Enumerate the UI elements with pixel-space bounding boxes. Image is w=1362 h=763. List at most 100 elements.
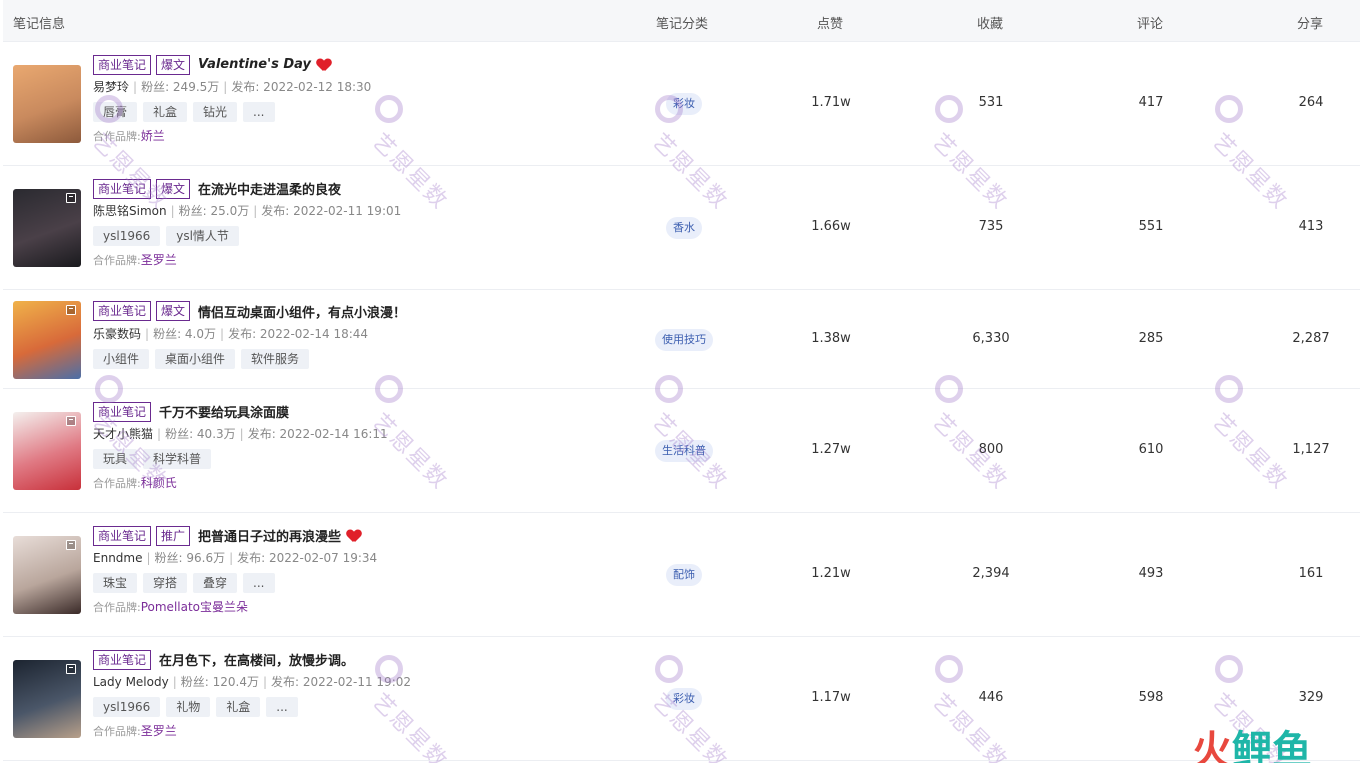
note-thumbnail[interactable] bbox=[13, 660, 81, 738]
favorites-count: 735 bbox=[978, 219, 1004, 234]
keyword-tag[interactable]: 玩具 bbox=[93, 449, 138, 469]
brand-label: 合作品牌: bbox=[93, 725, 141, 738]
keyword-tag[interactable]: ysl1966 bbox=[93, 697, 161, 717]
author-name[interactable]: Enndme bbox=[93, 551, 142, 565]
keyword-tag[interactable]: ... bbox=[243, 573, 275, 593]
separator: | bbox=[223, 80, 228, 94]
keyword-tag[interactable]: 穿搭 bbox=[143, 573, 188, 593]
category-badge: 使用技巧 bbox=[655, 328, 713, 351]
fans-count: 粉丝: 96.6万 bbox=[154, 551, 226, 565]
note-tag: 推广 bbox=[156, 525, 191, 546]
video-icon bbox=[66, 540, 76, 550]
video-icon bbox=[66, 304, 76, 315]
keyword-tag[interactable]: 礼盒 bbox=[216, 697, 261, 717]
note-tag: 商业笔记 bbox=[93, 301, 152, 321]
note-thumbnail[interactable] bbox=[13, 189, 81, 267]
category-badge: 彩妆 bbox=[666, 93, 702, 115]
shares-count: 413 bbox=[1298, 219, 1324, 234]
note-title[interactable]: 把普通日子过的再浪漫些 bbox=[198, 526, 341, 545]
separator: | bbox=[170, 204, 175, 218]
author-name[interactable]: 易梦玲 bbox=[93, 80, 129, 94]
note-title[interactable]: 在流光中走进温柔的良夜 bbox=[198, 179, 341, 198]
logo-part-2: 鲤鱼 bbox=[1232, 728, 1312, 763]
note-tag: 爆文 bbox=[156, 301, 191, 321]
heart-icon bbox=[347, 529, 361, 543]
heart-icon bbox=[317, 58, 331, 72]
note-tag: 商业笔记 bbox=[93, 649, 152, 670]
favorites-count: 531 bbox=[978, 95, 1004, 110]
comments-count: 551 bbox=[1138, 219, 1164, 234]
note-thumbnail[interactable] bbox=[13, 65, 81, 143]
keyword-tag[interactable]: 叠穿 bbox=[193, 573, 238, 593]
note-thumbnail[interactable] bbox=[13, 300, 81, 379]
keyword-tag[interactable]: ysl情人节 bbox=[166, 226, 239, 246]
favorites-count: 800 bbox=[978, 442, 1004, 457]
category-badge: 配饰 bbox=[666, 564, 702, 586]
brand-name[interactable]: 科颜氏 bbox=[141, 476, 177, 490]
note-thumbnail[interactable] bbox=[13, 412, 81, 490]
keyword-tag[interactable]: 软件服务 bbox=[241, 348, 310, 369]
fans-count: 粉丝: 120.4万 bbox=[180, 675, 259, 689]
header-category[interactable]: 笔记分类 bbox=[656, 13, 708, 32]
header-comments[interactable]: 评论 bbox=[1137, 13, 1163, 32]
keyword-tag[interactable]: 钻光 bbox=[193, 102, 238, 122]
publish-time: 发布: 2022-02-11 19:02 bbox=[271, 675, 412, 689]
keyword-tag[interactable]: 珠宝 bbox=[93, 573, 138, 593]
separator: | bbox=[133, 80, 138, 94]
brand-name[interactable]: 圣罗兰 bbox=[141, 253, 177, 267]
separator: | bbox=[157, 427, 162, 441]
note-tag: 商业笔记 bbox=[93, 54, 152, 75]
comments-count: 598 bbox=[1138, 690, 1164, 705]
shares-count: 1,127 bbox=[1292, 442, 1330, 457]
separator: | bbox=[239, 427, 244, 441]
keyword-tag[interactable]: 科学科普 bbox=[143, 449, 212, 469]
table-row[interactable]: 商业笔记 爆文 在流光中走进温柔的良夜 陈思铭Simon | 粉丝: 25.0万 | 发布: … bbox=[3, 166, 1360, 290]
note-title[interactable]: 千万不要给玩具涂面膜 bbox=[159, 402, 289, 421]
separator: | bbox=[229, 551, 234, 565]
header-favorites[interactable]: 收藏 bbox=[977, 13, 1003, 32]
keyword-tag[interactable]: 礼物 bbox=[166, 697, 211, 717]
note-tag: 爆文 bbox=[156, 178, 191, 199]
brand-name[interactable]: Pomellato宝曼兰朵 bbox=[141, 600, 248, 614]
keyword-tag[interactable]: ysl1966 bbox=[93, 226, 161, 246]
table-row[interactable]: 商业笔记 爆文 情侣互动桌面小组件，有点小浪漫！ 乐豪数码 | 粉丝: 4.0万 | 发布: … bbox=[3, 290, 1360, 389]
note-thumbnail[interactable] bbox=[13, 536, 81, 614]
keyword-tag[interactable]: ... bbox=[243, 102, 275, 122]
table-row[interactable]: 商业笔记 在月色下，在高楼间，放慢步调。 Lady Melody | 粉丝: 120.4… bbox=[3, 637, 1360, 761]
table-row[interactable]: 商业笔记 千万不要给玩具涂面膜 天才小熊猫 | 粉丝: 40.3万 | 发布: 2022-0… bbox=[3, 389, 1360, 513]
publish-time: 发布: 2022-02-14 16:11 bbox=[247, 427, 388, 441]
header-shares[interactable]: 分享 bbox=[1297, 13, 1323, 32]
favorites-count: 2,394 bbox=[972, 566, 1010, 581]
brand-name[interactable]: 圣罗兰 bbox=[141, 724, 177, 738]
keyword-tag[interactable]: 唇膏 bbox=[93, 102, 138, 122]
note-title[interactable]: 情侣互动桌面小组件，有点小浪漫！ bbox=[198, 302, 406, 321]
site-logo: 火鲤鱼 bbox=[1192, 718, 1312, 763]
author-name[interactable]: 陈思铭Simon bbox=[93, 204, 167, 218]
keyword-tag[interactable]: 桌面小组件 bbox=[155, 348, 236, 369]
likes-count: 1.21w bbox=[811, 566, 851, 581]
favorites-count: 446 bbox=[978, 690, 1004, 705]
likes-count: 1.27w bbox=[811, 442, 851, 457]
brand-name[interactable]: 娇兰 bbox=[141, 129, 165, 143]
brand-label: 合作品牌: bbox=[93, 477, 141, 490]
publish-time: 发布: 2022-02-12 18:30 bbox=[231, 80, 372, 94]
shares-count: 264 bbox=[1298, 95, 1324, 110]
keyword-tag[interactable]: ... bbox=[266, 697, 298, 717]
note-tag: 商业笔记 bbox=[93, 525, 152, 546]
note-info: 商业笔记 爆文 情侣互动桌面小组件，有点小浪漫！ 乐豪数码 | 粉丝: 4.0万 | 发布: … bbox=[93, 301, 613, 369]
note-tag: 爆文 bbox=[156, 54, 191, 75]
note-title[interactable]: Valentine's Day bbox=[198, 57, 311, 72]
author-name[interactable]: 乐豪数码 bbox=[93, 327, 141, 341]
table-row[interactable]: 商业笔记 爆文 Valentine's Day 易梦玲 | 粉丝: 249.5万 | 发布: … bbox=[3, 42, 1360, 166]
comments-count: 417 bbox=[1138, 95, 1164, 110]
logo-part-1: 火 bbox=[1192, 728, 1232, 763]
comments-count: 610 bbox=[1138, 442, 1164, 457]
note-title[interactable]: 在月色下，在高楼间，放慢步调。 bbox=[159, 650, 354, 669]
author-name[interactable]: Lady Melody bbox=[93, 675, 169, 689]
author-name[interactable]: 天才小熊猫 bbox=[93, 427, 153, 441]
table-row[interactable]: 商业笔记 推广 把普通日子过的再浪漫些 Enndme | 粉丝: 96.6万 | 发布: 20… bbox=[3, 513, 1360, 637]
keyword-tag[interactable]: 小组件 bbox=[93, 348, 150, 369]
header-likes[interactable]: 点赞 bbox=[817, 13, 843, 32]
brand-label: 合作品牌: bbox=[93, 130, 141, 143]
keyword-tag[interactable]: 礼盒 bbox=[143, 102, 188, 122]
